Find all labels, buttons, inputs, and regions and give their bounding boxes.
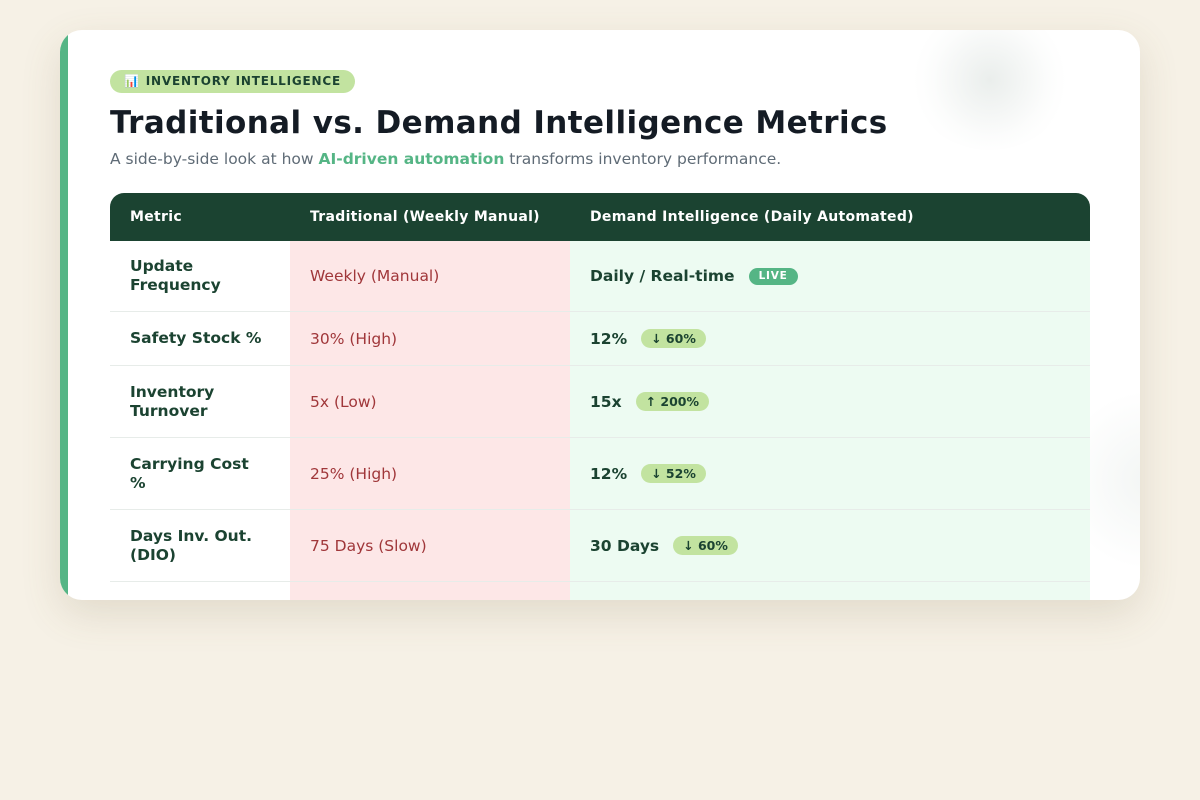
accent-bar: [60, 30, 68, 600]
demand-intelligence-value: 30 Days: [590, 536, 660, 555]
metric-label: Carrying Cost%: [130, 454, 249, 492]
change-badge: ↓ 60%: [641, 329, 706, 348]
traditional-cell: 75 Days (Slow): [290, 510, 570, 581]
page-title: Traditional vs. Demand Intelligence Metr…: [110, 105, 888, 141]
metric-cell: Carrying Cost%: [110, 438, 290, 509]
table-row: Carrying Cost% 25% (High) 12% ↓ 52%: [110, 438, 1090, 510]
metric-label: Planning Hrs /: [130, 598, 253, 600]
metric-label: Days Inv. Out. (DIO): [130, 526, 253, 564]
subtitle-text: transforms inventory performance.: [504, 150, 782, 168]
traditional-value: 75 Days (Slow): [310, 536, 427, 555]
table-row: Update Frequency Weekly (Manual) Daily / Re…: [110, 241, 1090, 312]
metric-cell: Planning Hrs /: [110, 582, 290, 600]
change-badge: ↓ 52%: [641, 464, 706, 483]
metric-label: Update Frequency: [130, 257, 221, 294]
traditional-cell: 5x (Low): [290, 366, 570, 437]
subtitle-text: A side-by-side look at how: [110, 150, 319, 168]
demand-intelligence-value: Daily / Real-time: [590, 267, 735, 285]
subtitle-highlight: AI-driven automation: [318, 150, 505, 168]
demand-intelligence-cell: 15x ↑ 200%: [570, 366, 1090, 437]
change-badge: ↓ 60%: [673, 536, 738, 555]
demand-intelligence-value: 12%: [590, 464, 628, 483]
category-tag: 📊 INVENTORY INTELLIGENCE: [110, 70, 355, 93]
traditional-cell: Weekly (Manual): [290, 241, 570, 311]
category-tag-label: INVENTORY INTELLIGENCE: [145, 74, 341, 88]
demand-intelligence-cell: [570, 582, 1090, 600]
demand-intelligence-cell: 12% ↓ 52%: [570, 438, 1090, 509]
demand-intelligence-value: 12%: [590, 329, 628, 348]
demand-intelligence-cell: 30 Days ↓ 60%: [570, 510, 1090, 581]
live-badge: LIVE: [748, 267, 798, 285]
table-row: Planning Hrs /: [110, 582, 1090, 600]
card-content: 📊 INVENTORY INTELLIGENCE Traditional vs. …: [110, 70, 1090, 600]
bar-chart-icon: 📊: [124, 74, 140, 88]
table-body: Update Frequency Weekly (Manual) Daily / Re…: [110, 241, 1090, 600]
table-row: Safety Stock % 30% (High) 12% ↓ 60%: [110, 312, 1090, 366]
metric-cell: Update Frequency: [110, 241, 290, 311]
demand-intelligence-cell: 12% ↓ 60%: [570, 312, 1090, 365]
metric-label: Inventory Turnover: [130, 382, 215, 420]
traditional-cell: [290, 582, 570, 600]
metric-cell: Days Inv. Out. (DIO): [110, 510, 290, 581]
metrics-table: Metric Traditional (Weekly Manual) Deman…: [110, 193, 1090, 600]
traditional-value: 25% (High): [310, 464, 398, 483]
traditional-value: 30% (High): [310, 329, 398, 348]
traditional-value: 5x (Low): [310, 392, 377, 411]
header-metric: Metric: [130, 209, 182, 225]
change-badge: ↑ 200%: [635, 392, 710, 411]
page-subtitle: A side-by-side look at how AI-driven aut…: [110, 149, 1090, 169]
demand-intelligence-value: 15x: [590, 392, 622, 411]
comparison-card: 📊 INVENTORY INTELLIGENCE Traditional vs. …: [60, 30, 1140, 600]
table-header: Metric Traditional (Weekly Manual) Deman…: [110, 193, 1090, 241]
metric-cell: Inventory Turnover: [110, 366, 290, 437]
traditional-value: Weekly (Manual): [310, 267, 440, 285]
traditional-cell: 30% (High): [290, 312, 570, 365]
table-row: Days Inv. Out. (DIO) 75 Days (Slow) 30 Days…: [110, 510, 1090, 582]
table-row: Inventory Turnover 5x (Low) 15x ↑ 200%: [110, 366, 1090, 438]
demand-intelligence-cell: Daily / Real-time LIVE: [570, 241, 1090, 311]
traditional-cell: 25% (High): [290, 438, 570, 509]
header-demand-intelligence: Demand Intelligence (Daily Automated): [590, 209, 914, 225]
metric-label: Safety Stock %: [130, 329, 262, 347]
metric-cell: Safety Stock %: [110, 312, 290, 365]
header-traditional: Traditional (Weekly Manual): [310, 209, 540, 225]
